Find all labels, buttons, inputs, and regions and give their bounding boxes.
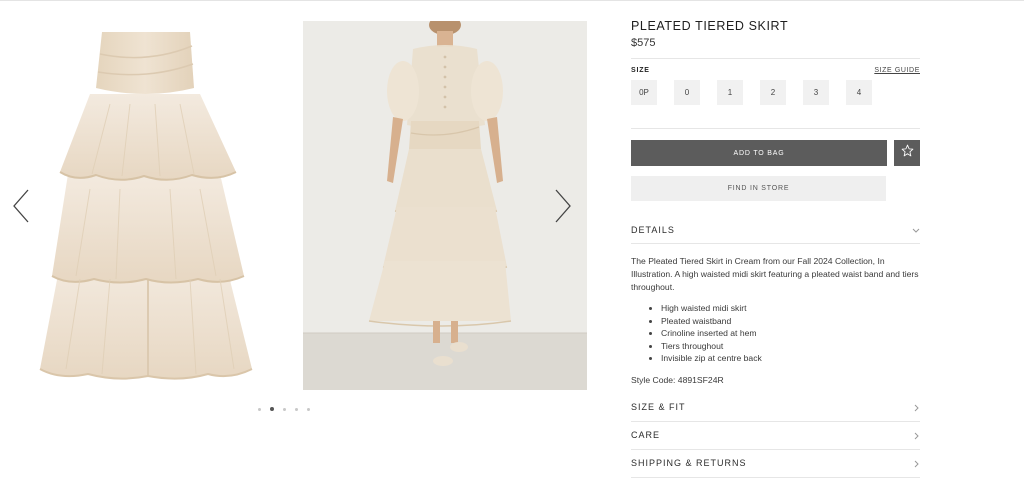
care-heading: CARE <box>631 430 661 440</box>
list-item: Crinoline inserted at hem <box>649 327 762 340</box>
size-fit-heading: SIZE & FIT <box>631 402 686 412</box>
chevron-right-icon <box>912 458 920 470</box>
size-guide-link[interactable]: SIZE GUIDE <box>874 67 920 74</box>
size-selector: 0P 0 1 2 3 4 <box>631 80 872 105</box>
size-option-4[interactable]: 4 <box>846 80 872 105</box>
list-item: Invisible zip at centre back <box>649 352 762 365</box>
size-option-0p[interactable]: 0P <box>631 80 657 105</box>
list-item: High waisted midi skirt <box>649 302 762 315</box>
model-wearing-skirt-image[interactable] <box>303 15 587 390</box>
chevron-right-icon <box>912 402 920 414</box>
pagination-dot[interactable] <box>295 407 298 411</box>
size-option-1[interactable]: 1 <box>717 80 743 105</box>
feature-list: High waisted midi skirt Pleated waistban… <box>649 302 762 365</box>
style-code: Style Code: 4891SF24R <box>631 375 724 385</box>
size-label: SIZE <box>631 67 650 74</box>
star-icon <box>901 144 914 162</box>
add-to-bag-button[interactable]: ADD TO BAG <box>631 140 887 166</box>
product-title: PLEATED TIERED SKIRT <box>631 19 789 33</box>
chevron-right-icon <box>912 430 920 442</box>
divider <box>631 449 920 450</box>
pagination-dot[interactable] <box>307 407 310 411</box>
shipping-returns-accordion-header[interactable]: SHIPPING & RETURNS <box>631 458 920 472</box>
chevron-down-icon <box>912 225 920 237</box>
product-gallery <box>0 0 600 481</box>
product-description: The Pleated Tiered Skirt in Cream from o… <box>631 256 919 292</box>
pagination-dot[interactable] <box>258 407 261 411</box>
product-info-panel: PLEATED TIERED SKIRT $575 SIZE SIZE GUID… <box>631 0 920 481</box>
divider <box>631 243 920 244</box>
care-accordion-header[interactable]: CARE <box>631 430 920 444</box>
details-accordion-header[interactable]: DETAILS <box>631 225 920 239</box>
size-option-3[interactable]: 3 <box>803 80 829 105</box>
list-item: Pleated waistband <box>649 315 762 328</box>
divider <box>631 128 920 129</box>
wishlist-button[interactable] <box>894 140 920 166</box>
chevron-right-icon[interactable] <box>552 186 574 226</box>
divider <box>631 58 920 59</box>
gallery-pagination <box>258 405 310 413</box>
shipping-returns-heading: SHIPPING & RETURNS <box>631 458 747 468</box>
find-in-store-button[interactable]: FIND IN STORE <box>631 176 886 201</box>
divider <box>631 477 920 478</box>
pagination-dot-active[interactable] <box>270 407 274 411</box>
skirt-product-image[interactable] <box>30 24 266 386</box>
divider <box>631 421 920 422</box>
product-price: $575 <box>631 37 656 49</box>
size-option-2[interactable]: 2 <box>760 80 786 105</box>
list-item: Tiers throughout <box>649 340 762 353</box>
details-heading: DETAILS <box>631 225 675 235</box>
chevron-left-icon[interactable] <box>10 186 32 226</box>
size-option-0[interactable]: 0 <box>674 80 700 105</box>
pagination-dot[interactable] <box>283 407 286 411</box>
size-fit-accordion-header[interactable]: SIZE & FIT <box>631 402 920 416</box>
